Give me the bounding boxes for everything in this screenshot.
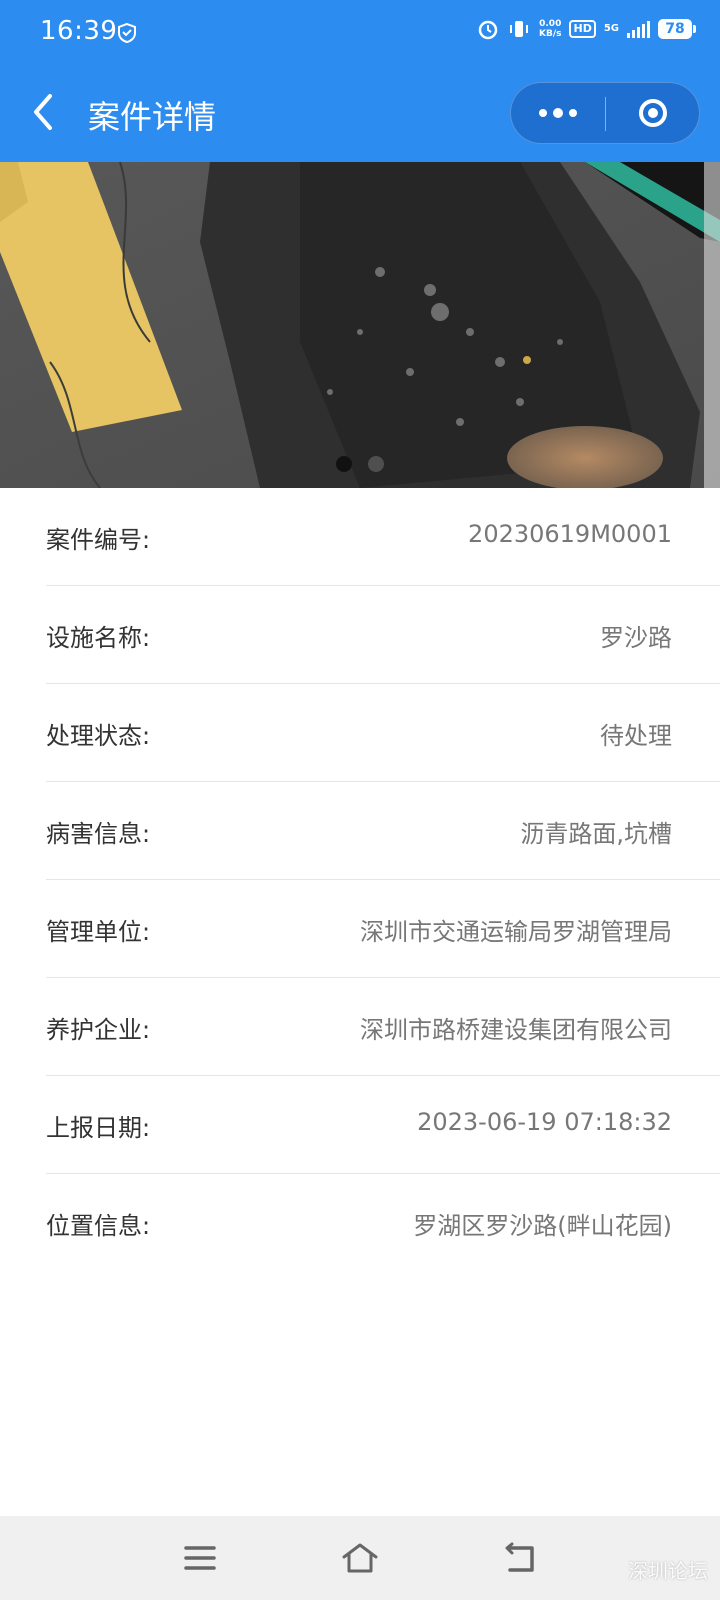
- status-time: 16:39: [40, 16, 118, 46]
- alarm-icon: [478, 20, 498, 40]
- home-nav-button[interactable]: [336, 1534, 384, 1582]
- management-unit-value: 深圳市交通运输局罗湖管理局: [360, 918, 672, 946]
- signal-icon: [627, 20, 650, 38]
- case-detail-list: 案件编号: 20230619M0001 设施名称: 罗沙路 处理状态: 待处理 …: [0, 488, 720, 1272]
- detail-row-case-number: 案件编号: 20230619M0001: [46, 488, 720, 586]
- case-number-value: 20230619M0001: [468, 520, 672, 548]
- battery-icon: 78: [658, 19, 696, 39]
- location-value: 罗湖区罗沙路(畔山花园): [413, 1212, 672, 1240]
- facility-label: 设施名称:: [46, 624, 151, 652]
- defect-label: 病害信息:: [46, 820, 151, 848]
- detail-row-facility: 设施名称: 罗沙路: [46, 586, 720, 684]
- return-icon: [505, 1542, 534, 1572]
- net-speed-value: 0.00: [539, 19, 562, 29]
- net-speed-unit: KB/s: [539, 29, 562, 39]
- more-dot-icon: [569, 109, 577, 117]
- report-date-value: 2023-06-19 07:18:32: [417, 1108, 672, 1136]
- report-date-label: 上报日期:: [46, 1114, 151, 1142]
- more-dot-icon: [553, 108, 563, 118]
- home-icon: [342, 1543, 378, 1573]
- page-title: 案件详情: [88, 98, 217, 136]
- maintenance-company-label: 养护企业:: [46, 1016, 151, 1044]
- detail-row-status: 处理状态: 待处理: [46, 684, 720, 782]
- more-button[interactable]: [511, 83, 605, 143]
- network-type: 5G: [603, 23, 619, 34]
- location-label: 位置信息:: [46, 1212, 151, 1240]
- menu-nav-button[interactable]: [176, 1534, 224, 1582]
- back-nav-button[interactable]: [496, 1534, 544, 1582]
- more-dot-icon: [539, 109, 547, 117]
- case-number-label: 案件编号:: [46, 526, 151, 554]
- carousel-dot[interactable]: [368, 456, 384, 472]
- hd-badge: HD: [569, 20, 596, 38]
- detail-row-location: 位置信息: 罗湖区罗沙路(畔山花园): [46, 1174, 720, 1272]
- close-mini-program-button[interactable]: [606, 83, 700, 143]
- carousel-dot-active[interactable]: [336, 456, 352, 472]
- mini-program-capsule: [510, 82, 700, 144]
- carousel-indicators: [0, 456, 720, 472]
- battery-level: 78: [665, 21, 685, 37]
- management-unit-label: 管理单位:: [46, 918, 151, 946]
- detail-row-maintenance-company: 养护企业: 深圳市路桥建设集团有限公司: [46, 978, 720, 1076]
- facility-value: 罗沙路: [600, 624, 672, 652]
- shield-icon: [118, 22, 136, 44]
- status-icons: 0.00 KB/s HD 5G 78: [477, 18, 696, 40]
- photo-carousel[interactable]: [0, 162, 720, 488]
- system-nav-bar: 深圳论坛: [0, 1516, 720, 1600]
- status-label: 处理状态:: [46, 722, 151, 750]
- back-arrow-icon[interactable]: [24, 90, 64, 134]
- detail-row-report-date: 上报日期: 2023-06-19 07:18:32: [46, 1076, 720, 1174]
- target-ring-icon: [639, 99, 667, 127]
- detail-row-defect: 病害信息: 沥青路面,坑槽: [46, 782, 720, 880]
- maintenance-company-value: 深圳市路桥建设集团有限公司: [360, 1016, 672, 1044]
- menu-icon: [184, 1546, 216, 1570]
- road-pothole-photo: [0, 162, 720, 488]
- net-speed: 0.00 KB/s: [539, 19, 561, 39]
- vibrate-icon: [510, 21, 528, 37]
- detail-row-management-unit: 管理单位: 深圳市交通运输局罗湖管理局: [46, 880, 720, 978]
- app-header: 16:39 0.00 KB/s HD 5G 78 案件详情: [0, 0, 720, 162]
- status-value: 待处理: [600, 722, 672, 750]
- forum-watermark: 深圳论坛: [628, 1559, 708, 1583]
- defect-value: 沥青路面,坑槽: [520, 820, 672, 848]
